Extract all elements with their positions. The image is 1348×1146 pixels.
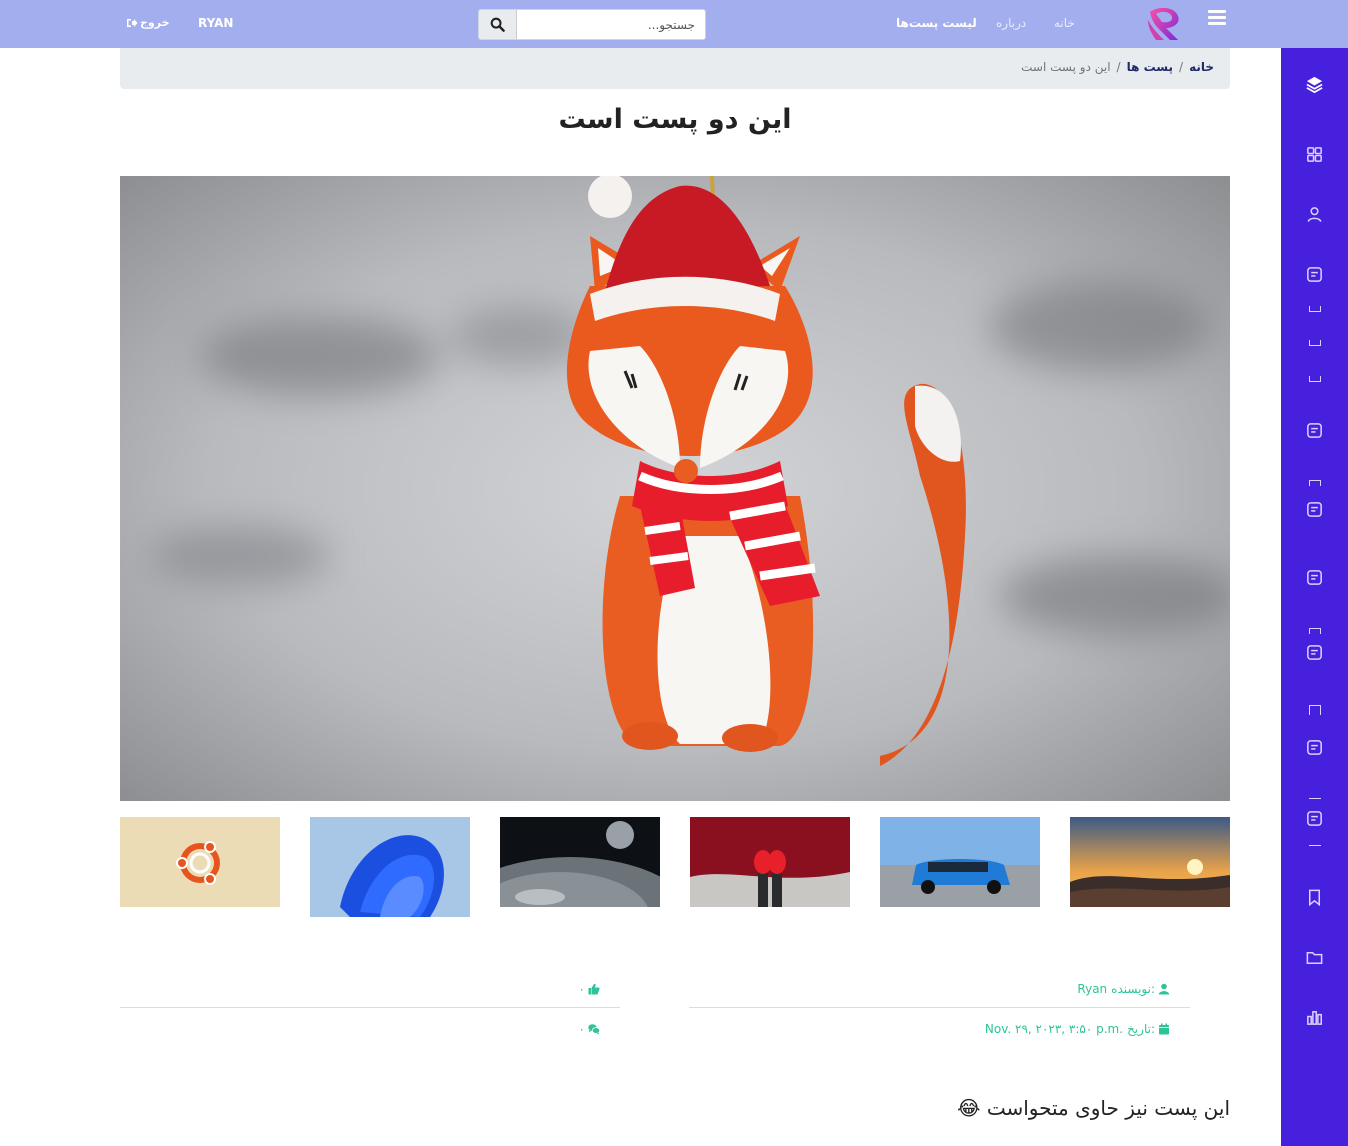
folder-icon[interactable] bbox=[1305, 948, 1324, 967]
site-logo[interactable] bbox=[1144, 4, 1186, 44]
search-icon bbox=[490, 17, 505, 32]
note-icon[interactable] bbox=[1305, 568, 1324, 587]
thumbnail-blue-suv[interactable] bbox=[880, 817, 1040, 907]
note-icon[interactable] bbox=[1305, 809, 1324, 828]
breadcrumb-separator: / bbox=[1116, 60, 1121, 74]
grid-icon[interactable] bbox=[1305, 145, 1324, 164]
note-icon[interactable] bbox=[1305, 500, 1324, 519]
post-title: این دو پست است bbox=[558, 104, 792, 135]
collapsed-note-icon[interactable] bbox=[1309, 480, 1321, 486]
user-icon[interactable] bbox=[1305, 205, 1324, 224]
search-input[interactable] bbox=[517, 10, 705, 39]
calendar-icon bbox=[1159, 1023, 1169, 1035]
note-icon[interactable] bbox=[1305, 643, 1324, 662]
comments-icon[interactable] bbox=[588, 1023, 600, 1035]
collapsed-note-icon[interactable] bbox=[1309, 340, 1321, 346]
bar-chart-icon[interactable] bbox=[1305, 1008, 1324, 1027]
author-name[interactable]: Ryan bbox=[1077, 982, 1107, 996]
logout-link[interactable]: خروج bbox=[126, 16, 170, 29]
note-icon[interactable] bbox=[1305, 265, 1324, 284]
post-date: Nov. ۲۹, ۲۰۲۳, ۳:۵۰ p.m. bbox=[984, 1022, 1124, 1036]
thumbnail-red-shoes[interactable] bbox=[690, 817, 850, 907]
author-label: نویسنده: bbox=[1111, 981, 1155, 996]
layers-icon[interactable] bbox=[1305, 75, 1324, 94]
likes-row: ۰ bbox=[120, 970, 620, 1007]
breadcrumb: خانه / پست ها / این دو پست است bbox=[120, 48, 1230, 89]
breadcrumb-separator: / bbox=[1179, 60, 1184, 74]
collapsed-note-icon[interactable] bbox=[1309, 628, 1321, 634]
nav-home-link[interactable]: خانه bbox=[1054, 16, 1075, 30]
comments-row: ۰ bbox=[120, 1008, 620, 1050]
collapsed-note-icon[interactable] bbox=[1309, 306, 1321, 312]
post-meta-author-date: Ryan نویسنده: Nov. ۲۹, ۲۰۲۳, ۳:۵۰ p.m. ت… bbox=[689, 970, 1190, 1050]
thumbnail-windows-bloom[interactable] bbox=[310, 817, 470, 917]
top-navbar: خانه درباره لیست پست‌ها RYAN خروج bbox=[0, 0, 1348, 48]
divider bbox=[1309, 845, 1321, 846]
likes-count: ۰ bbox=[578, 981, 585, 996]
right-sidebar bbox=[1281, 48, 1348, 1146]
comments-count: ۰ bbox=[578, 1022, 585, 1036]
post-meta-stats: ۰ ۰ bbox=[120, 970, 620, 1050]
note-icon[interactable] bbox=[1305, 421, 1324, 440]
username-link[interactable]: RYAN bbox=[198, 16, 233, 30]
search-form bbox=[478, 9, 706, 40]
nav-posts-list-link[interactable]: لیست پست‌ها bbox=[896, 16, 977, 30]
nav-about-link[interactable]: درباره bbox=[996, 16, 1026, 30]
date-label: تاریخ: bbox=[1127, 1022, 1155, 1036]
note-icon[interactable] bbox=[1305, 738, 1324, 757]
breadcrumb-current: این دو پست است bbox=[1021, 60, 1111, 74]
post-body-text: این پست نیز حاوی متحواست 😂 bbox=[957, 1096, 1230, 1120]
post-main-image[interactable] bbox=[120, 176, 1230, 801]
bookmark-icon[interactable] bbox=[1305, 888, 1324, 907]
thumbnail-sunset-valley[interactable] bbox=[1070, 817, 1230, 907]
thumbnail-planet-space[interactable] bbox=[500, 817, 660, 907]
search-button[interactable] bbox=[479, 10, 517, 39]
user-icon bbox=[1158, 983, 1170, 994]
collapsed-note-icon[interactable] bbox=[1309, 705, 1321, 715]
sign-out-icon bbox=[127, 18, 138, 27]
breadcrumb-home-link[interactable]: خانه bbox=[1189, 60, 1214, 77]
breadcrumb-posts-link[interactable]: پست ها bbox=[1127, 60, 1173, 77]
thumbnail-ubuntu[interactable] bbox=[120, 817, 280, 907]
date-row: Nov. ۲۹, ۲۰۲۳, ۳:۵۰ p.m. تاریخ: bbox=[689, 1008, 1190, 1050]
logout-label: خروج bbox=[140, 16, 170, 29]
hamburger-menu-icon[interactable] bbox=[1208, 10, 1226, 26]
author-row: Ryan نویسنده: bbox=[689, 970, 1190, 1007]
divider bbox=[1309, 798, 1321, 799]
thumbs-up-icon[interactable] bbox=[588, 983, 600, 995]
collapsed-note-icon[interactable] bbox=[1309, 376, 1321, 382]
